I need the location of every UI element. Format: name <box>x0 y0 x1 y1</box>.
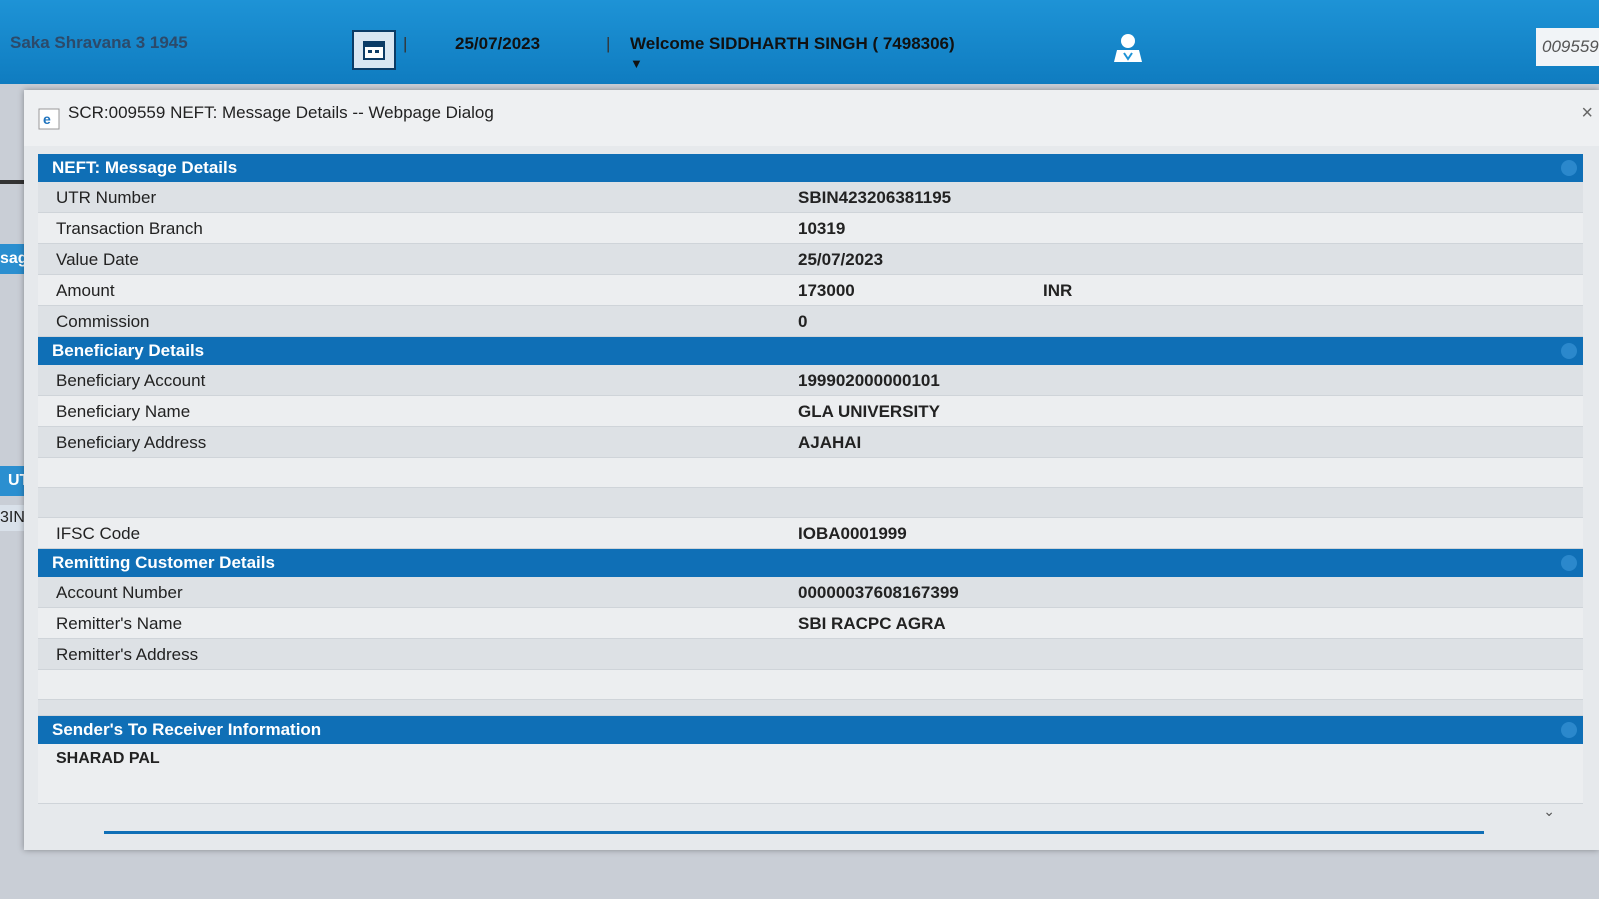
section-title: NEFT: Message Details <box>52 158 238 177</box>
separator: | <box>606 34 611 53</box>
section-header-remitter: Remitting Customer Details <box>38 549 1583 577</box>
row-ifsc-code: IFSC Code IOBA0001999 <box>38 518 1583 549</box>
browser-icon: e <box>38 102 60 148</box>
field-value: GLA UNIVERSITY <box>798 402 940 421</box>
collapse-icon[interactable] <box>1561 555 1577 571</box>
row-utr-number: UTR Number SBIN423206381195 <box>38 182 1583 213</box>
field-label: Value Date <box>56 250 139 269</box>
chevron-down-icon[interactable]: ▼ <box>630 56 643 71</box>
current-date: 25/07/2023 <box>455 34 541 53</box>
collapse-icon[interactable] <box>1561 343 1577 359</box>
calendar-icon <box>363 41 385 60</box>
row-beneficiary-account: Beneficiary Account 199902000000101 <box>38 365 1583 396</box>
row-beneficiary-name: Beneficiary Name GLA UNIVERSITY <box>38 396 1583 427</box>
svg-text:e: e <box>43 111 51 127</box>
field-value: 00000037608167399 <box>798 583 959 602</box>
dialog-bottom-border <box>104 831 1484 834</box>
field-label: IFSC Code <box>56 524 141 543</box>
top-bar: Saka Shravana 3 1945 | 25/07/2023 | Welc… <box>0 0 1599 84</box>
screen-code-field[interactable]: 009559 <box>1536 28 1599 66</box>
welcome-message[interactable]: Welcome SIDDHARTH SINGH ( 7498306) <box>630 34 955 54</box>
field-label: Amount <box>56 281 115 300</box>
row-remitter-address: Remitter's Address <box>38 639 1583 670</box>
field-value: 25/07/2023 <box>798 250 884 269</box>
dialog-title-bar[interactable]: e SCR:009559 NEFT: Message Details -- We… <box>24 90 1599 146</box>
field-value: SBI RACPC AGRA <box>798 614 946 633</box>
address-line-3 <box>38 700 1583 716</box>
row-amount: Amount 173000 INR <box>38 275 1583 306</box>
row-value-date: Value Date 25/07/2023 <box>38 244 1583 275</box>
field-label: Beneficiary Address <box>56 433 207 452</box>
row-transaction-branch: Transaction Branch 10319 <box>38 213 1583 244</box>
section-title: Remitting Customer Details <box>52 553 275 572</box>
section-title: Beneficiary Details <box>52 341 205 360</box>
dialog-content: NEFT: Message Details UTR Number SBIN423… <box>38 154 1583 804</box>
row-commission: Commission 0 <box>38 306 1583 337</box>
user-profile-icon[interactable] <box>1111 32 1145 69</box>
field-label: Transaction Branch <box>56 219 203 238</box>
field-label: Remitter's Name <box>56 614 183 633</box>
field-value: 0 <box>798 312 808 331</box>
sender-info-text: SHARAD PAL <box>38 744 1583 774</box>
address-line-2 <box>38 458 1583 488</box>
currency-code: INR <box>1043 281 1073 300</box>
close-icon[interactable]: × <box>1581 90 1593 136</box>
field-value: 173000 <box>798 281 855 300</box>
saka-date: Saka Shravana 3 1945 <box>10 33 188 52</box>
collapse-icon[interactable] <box>1561 160 1577 176</box>
field-label: Beneficiary Name <box>56 402 191 421</box>
section-header-sender-info: Sender's To Receiver Information <box>38 716 1583 744</box>
field-label: Remitter's Address <box>56 645 199 664</box>
section-header-message: NEFT: Message Details <box>38 154 1583 182</box>
field-label: Commission <box>56 312 150 331</box>
field-value: 10319 <box>798 219 846 238</box>
section-header-beneficiary: Beneficiary Details <box>38 337 1583 365</box>
message-details-dialog: e SCR:009559 NEFT: Message Details -- We… <box>24 90 1599 850</box>
field-value: AJAHAI <box>798 433 862 452</box>
sender-info-line-2 <box>38 774 1583 804</box>
field-value: IOBA0001999 <box>798 524 907 543</box>
dialog-title: SCR:009559 NEFT: Message Details -- Webp… <box>68 103 494 122</box>
calendar-button[interactable] <box>352 30 396 70</box>
address-line-3 <box>38 488 1583 518</box>
row-beneficiary-address: Beneficiary Address AJAHAI <box>38 427 1583 458</box>
collapse-icon[interactable] <box>1561 722 1577 738</box>
field-label: UTR Number <box>56 188 157 207</box>
field-label: Beneficiary Account <box>56 371 206 390</box>
field-value: SBIN423206381195 <box>798 188 952 207</box>
row-account-number: Account Number 00000037608167399 <box>38 577 1583 608</box>
address-line-2 <box>38 670 1583 700</box>
field-label: Account Number <box>56 583 183 602</box>
field-value: 199902000000101 <box>798 371 940 390</box>
row-remitter-name: Remitter's Name SBI RACPC AGRA <box>38 608 1583 639</box>
separator: | <box>403 34 408 53</box>
section-title: Sender's To Receiver Information <box>52 720 322 739</box>
scroll-down-icon[interactable]: ⌄ <box>1543 803 1555 820</box>
